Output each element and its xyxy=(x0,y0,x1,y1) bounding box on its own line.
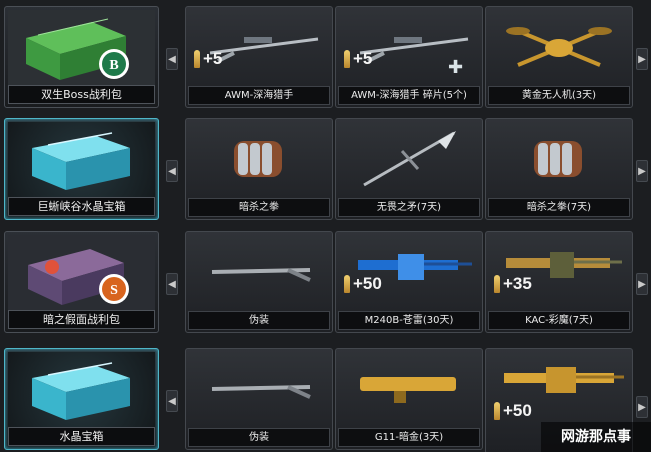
bullet-icon xyxy=(494,402,500,420)
reward-item[interactable]: +5 AWM-深海猎手 xyxy=(185,6,333,108)
chest-image: S xyxy=(8,235,155,311)
chevron-right-icon[interactable]: ▶ xyxy=(636,48,648,70)
chest-card[interactable]: B 双生Boss战利包 xyxy=(4,6,159,108)
boss-badge-icon: B xyxy=(99,49,129,79)
item-label: 暗杀之拳(7天) xyxy=(488,198,630,217)
item-label: KAC-彩魔(7天) xyxy=(488,311,630,330)
bonus-amount: +50 xyxy=(344,274,382,294)
reward-item[interactable]: 暗杀之拳(7天) xyxy=(485,118,633,220)
item-label: 黄金无人机(3天) xyxy=(488,86,630,105)
chevron-left-icon[interactable]: ◀ xyxy=(166,390,178,412)
item-label: 无畏之矛(7天) xyxy=(338,198,480,217)
sniper-rifle-image xyxy=(188,9,330,87)
item-label: M240B-苍雷(30天) xyxy=(338,311,480,330)
item-label: 伪装 xyxy=(188,428,330,447)
puzzle-fragment-icon: ✚ xyxy=(448,57,464,78)
bullet-icon xyxy=(194,50,200,68)
bonus-amount: +5 xyxy=(344,49,372,69)
spear-image xyxy=(338,121,480,199)
reward-item[interactable]: 黄金无人机(3天) xyxy=(485,6,633,108)
bullet-icon xyxy=(494,275,500,293)
chevron-right-icon[interactable]: ▶ xyxy=(636,396,648,418)
reward-item[interactable]: 伪装 xyxy=(185,231,333,333)
blue-machine-gun-image xyxy=(338,234,480,312)
reward-item[interactable]: +50 M240B-苍雷(30天) xyxy=(335,231,483,333)
bonus-amount: +5 xyxy=(194,49,222,69)
reward-item[interactable]: +35 KAC-彩魔(7天) xyxy=(485,231,633,333)
watermark: 网游那点事 xyxy=(541,422,651,452)
chevron-left-icon[interactable]: ◀ xyxy=(166,48,178,70)
chest-label: 巨蜥峡谷水晶宝箱 xyxy=(8,197,155,216)
gold-rifle-image xyxy=(338,351,480,429)
s-badge-icon: S xyxy=(99,274,129,304)
item-label: G11-暗金(3天) xyxy=(338,428,480,447)
reward-row: 巨蜥峡谷水晶宝箱 ◀ 暗杀之拳 无畏之矛(7天) 暗杀之拳(7天) ▶ xyxy=(0,116,651,222)
reward-item[interactable]: +5 ✚ AWM-深海猎手 碎片(5个) xyxy=(335,6,483,108)
item-label: 暗杀之拳 xyxy=(188,198,330,217)
reward-item[interactable]: 无畏之矛(7天) xyxy=(335,118,483,220)
item-label: 伪装 xyxy=(188,311,330,330)
gold-drone-image xyxy=(488,9,630,87)
bonus-amount: +50 xyxy=(494,401,532,421)
chevron-left-icon[interactable]: ◀ xyxy=(166,160,178,182)
chevron-right-icon[interactable]: ▶ xyxy=(636,160,648,182)
chest-card[interactable]: S 暗之假面战利包 xyxy=(4,231,159,333)
disguise-rifle-image xyxy=(188,234,330,312)
disguise-rifle-image xyxy=(188,351,330,429)
chest-card[interactable]: 巨蜥峡谷水晶宝箱 xyxy=(4,118,159,220)
bullet-icon xyxy=(344,50,350,68)
reward-item[interactable]: G11-暗金(3天) xyxy=(335,348,483,450)
bonus-amount: +35 xyxy=(494,274,532,294)
chest-card[interactable]: 水晶宝箱 xyxy=(4,348,159,450)
svg-text:B: B xyxy=(109,58,118,73)
chest-image xyxy=(8,352,155,428)
reward-item[interactable]: 伪装 xyxy=(185,348,333,450)
reward-row: B 双生Boss战利包 ◀ +5 AWM-深海猎手 +5 ✚ AWM-深海猎手 xyxy=(0,4,651,110)
fist-glove-image xyxy=(188,121,330,199)
reward-row: S 暗之假面战利包 ◀ 伪装 +50 M240B-苍雷(30天) +35 KAC… xyxy=(0,229,651,335)
reward-item[interactable]: 暗杀之拳 xyxy=(185,118,333,220)
item-label: AWM-深海猎手 xyxy=(188,86,330,105)
color-machine-gun-image xyxy=(488,234,630,312)
chest-label: 暗之假面战利包 xyxy=(8,310,155,329)
chest-label: 双生Boss战利包 xyxy=(8,85,155,104)
fist-glove-image xyxy=(488,121,630,199)
svg-text:S: S xyxy=(110,283,118,298)
chest-image: B xyxy=(8,10,155,86)
bullet-icon xyxy=(344,275,350,293)
chevron-right-icon[interactable]: ▶ xyxy=(636,273,648,295)
chest-label: 水晶宝箱 xyxy=(8,427,155,446)
chevron-left-icon[interactable]: ◀ xyxy=(166,273,178,295)
item-label: AWM-深海猎手 碎片(5个) xyxy=(338,86,480,105)
chest-image xyxy=(8,122,155,198)
